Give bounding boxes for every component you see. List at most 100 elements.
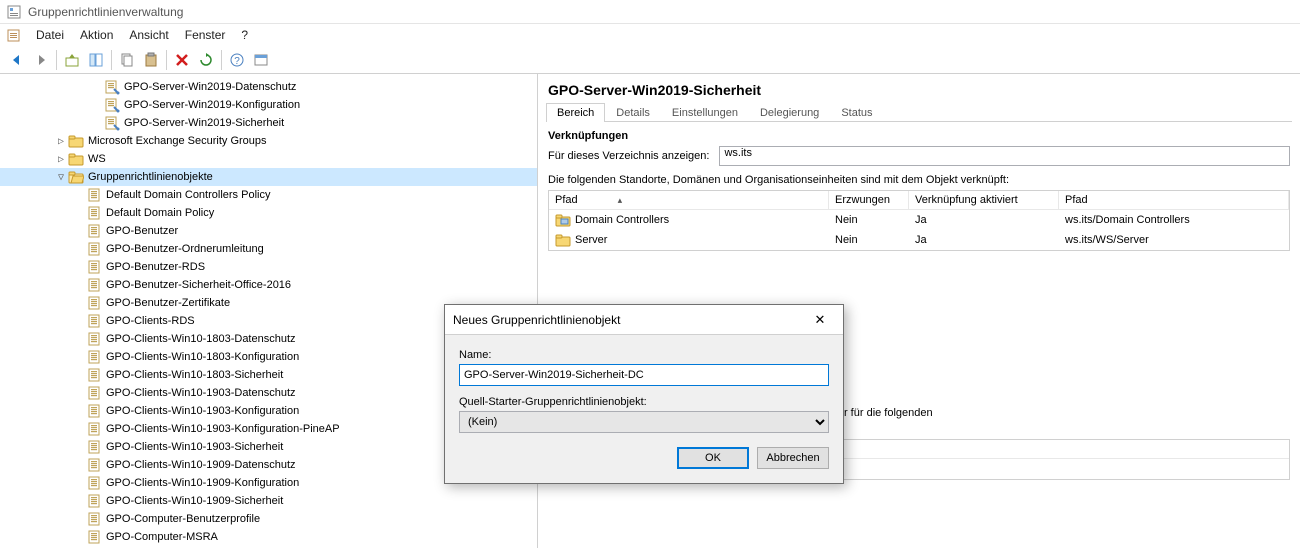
tree-item[interactable]: GPO-Server-Win2019-Sicherheit [0, 114, 537, 132]
tree-item-label: GPO-Clients-Win10-1803-Datenschutz [106, 333, 296, 345]
gpo-icon [86, 475, 102, 491]
expander-icon [90, 118, 104, 129]
expander-icon[interactable]: ▷ [54, 136, 68, 147]
tree-item-label: GPO-Benutzer [106, 225, 178, 237]
forward-button[interactable] [30, 49, 52, 71]
gpo-icon [86, 313, 102, 329]
link-row[interactable]: Domain ControllersNeinJaws.its/Domain Co… [549, 210, 1289, 230]
tab-details[interactable]: Details [605, 103, 661, 122]
tab-status[interactable]: Status [830, 103, 883, 122]
gpo-icon [86, 277, 102, 293]
tree-item-label: GPO-Clients-Win10-1903-Konfiguration [106, 405, 299, 417]
tab-einstellungen[interactable]: Einstellungen [661, 103, 749, 122]
tree-item-label: GPO-Clients-Win10-1909-Sicherheit [106, 495, 283, 507]
ou-icon [68, 151, 84, 167]
detail-title: GPO-Server-Win2019-Sicherheit [546, 78, 1292, 102]
tree-item-label: GPO-Clients-Win10-1903-Konfiguration-Pin… [106, 423, 340, 435]
tree-item-label: GPO-Clients-Win10-1903-Sicherheit [106, 441, 283, 453]
gpo-icon [86, 457, 102, 473]
gpo-icon [86, 349, 102, 365]
menu-?[interactable]: ? [233, 26, 256, 44]
tree-item-label: GPO-Server-Win2019-Konfiguration [124, 99, 300, 111]
separator [166, 50, 167, 70]
gpo-icon [86, 367, 102, 383]
gpo-icon [86, 529, 102, 545]
link-name: Domain Controllers [575, 214, 669, 226]
tree-item[interactable]: GPO-Benutzer-RDS [0, 258, 537, 276]
tab-bereich[interactable]: Bereich [546, 103, 605, 122]
expander-icon [72, 262, 86, 273]
directory-select[interactable]: ws.its [719, 146, 1290, 166]
expander-icon [72, 496, 86, 507]
tree-item-label: GPO-Clients-Win10-1903-Datenschutz [106, 387, 296, 399]
copy-button[interactable] [116, 49, 138, 71]
expander-icon [72, 532, 86, 543]
tree-item-label: GPO-Clients-RDS [106, 315, 195, 327]
gpo-icon [86, 241, 102, 257]
menu-fenster[interactable]: Fenster [177, 26, 234, 44]
gpo-icon [86, 493, 102, 509]
expander-icon [72, 370, 86, 381]
tree-item[interactable]: GPO-Benutzer-Ordnerumleitung [0, 240, 537, 258]
folder-open-icon [68, 169, 84, 185]
tree-item[interactable]: GPO-Benutzer-Sicherheit-Office-2016 [0, 276, 537, 294]
tree-item[interactable]: ▷Microsoft Exchange Security Groups [0, 132, 537, 150]
help-button[interactable]: ? [226, 49, 248, 71]
col-header-erzwungen[interactable]: Erzwungen [829, 191, 909, 209]
tree-item[interactable]: ▷WS [0, 150, 537, 168]
expander-icon [72, 424, 86, 435]
tree-item-label: GPO-Server-Win2019-Datenschutz [124, 81, 296, 93]
window-title: Gruppenrichtlinienverwaltung [28, 5, 183, 19]
cancel-button[interactable]: Abbrechen [757, 447, 829, 469]
tree-item[interactable]: GPO-Server-Win2019-Datenschutz [0, 78, 537, 96]
titlebar: Gruppenrichtlinienverwaltung [0, 0, 1300, 24]
back-button[interactable] [6, 49, 28, 71]
link-erzwungen: Nein [829, 230, 909, 250]
tree-item[interactable]: GPO-Clients-Win10-1909-Sicherheit [0, 492, 537, 510]
expander-icon [72, 226, 86, 237]
ok-button[interactable]: OK [677, 447, 749, 469]
tab-delegierung[interactable]: Delegierung [749, 103, 830, 122]
col-header-pfad2[interactable]: Pfad [1059, 191, 1289, 209]
options-button[interactable] [250, 49, 272, 71]
name-input[interactable] [459, 364, 829, 386]
source-select[interactable]: (Kein) [459, 411, 829, 433]
tree-item-label: GPO-Clients-Win10-1909-Konfiguration [106, 477, 299, 489]
tree-item-label: GPO-Benutzer-RDS [106, 261, 205, 273]
expander-icon[interactable]: ▽ [54, 172, 68, 183]
gpo-icon [86, 205, 102, 221]
menu-aktion[interactable]: Aktion [72, 26, 121, 44]
col-header-pfad[interactable]: Pfad▴ [549, 191, 829, 209]
tree-item-label: GPO-Clients-Win10-1909-Datenschutz [106, 459, 296, 471]
menu-ansicht[interactable]: Ansicht [121, 26, 176, 44]
ou-dc-icon [555, 212, 571, 228]
source-label: Quell-Starter-Gruppenrichtlinienobjekt: [459, 396, 829, 408]
tree-item[interactable]: GPO-Benutzer [0, 222, 537, 240]
expander-icon[interactable]: ▷ [54, 154, 68, 165]
link-name: Server [575, 234, 607, 246]
delete-button[interactable] [171, 49, 193, 71]
menu-datei[interactable]: Datei [28, 26, 72, 44]
tree-item[interactable]: Default Domain Policy [0, 204, 537, 222]
gpo-icon [86, 421, 102, 437]
tree-item[interactable]: Default Domain Controllers Policy [0, 186, 537, 204]
refresh-button[interactable] [195, 49, 217, 71]
expander-icon [90, 82, 104, 93]
link-row[interactable]: ServerNeinJaws.its/WS/Server [549, 230, 1289, 250]
tree-item[interactable]: GPO-Computer-MSRA [0, 528, 537, 546]
close-icon[interactable]: ✕ [805, 312, 835, 328]
link-pfad: ws.its/Domain Controllers [1059, 210, 1289, 230]
expander-icon [72, 334, 86, 345]
tree-item[interactable]: GPO-Computer-Benutzerprofile [0, 510, 537, 528]
col-header-verknuepfung[interactable]: Verknüpfung aktiviert [909, 191, 1059, 209]
gpo-link-icon [104, 79, 120, 95]
tree-item[interactable]: GPO-Server-Win2019-Konfiguration [0, 96, 537, 114]
ou-icon [68, 133, 84, 149]
show-hide-tree-button[interactable] [85, 49, 107, 71]
paste-button[interactable] [140, 49, 162, 71]
link-aktiviert: Ja [909, 210, 1059, 230]
up-button[interactable] [61, 49, 83, 71]
tree-item[interactable]: ▽Gruppenrichtlinienobjekte [0, 168, 537, 186]
expander-icon [72, 406, 86, 417]
new-gpo-dialog: Neues Gruppenrichtlinienobjekt ✕ Name: Q… [444, 304, 844, 484]
